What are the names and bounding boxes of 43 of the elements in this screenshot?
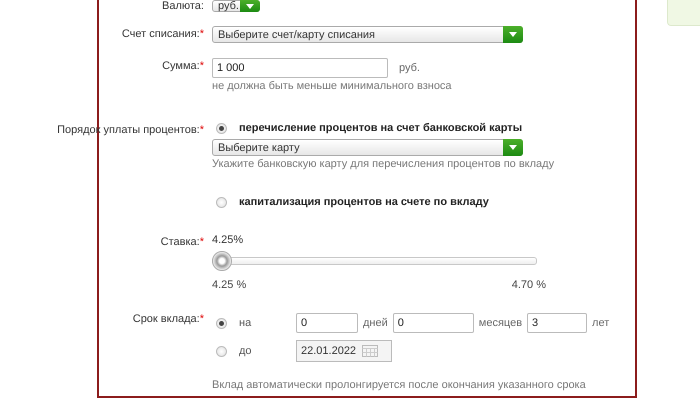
card-select[interactable]: Выберите карту	[212, 139, 523, 156]
amount-input[interactable]: 1 000	[212, 58, 388, 78]
option-label: до	[239, 345, 253, 357]
radio-button[interactable]	[216, 346, 227, 356]
unit-label: месяцев	[478, 317, 522, 329]
hint-text: Укажите банковскую карту для перечисления процентов по вкладу	[212, 158, 556, 170]
option-label: капитализация процентов на счете по вкладу	[239, 196, 489, 208]
caret-icon	[509, 145, 517, 150]
field-label: Срок вклада:	[132, 313, 200, 325]
slider-thumb[interactable]	[212, 251, 232, 271]
currency-select[interactable]: руб.	[212, 0, 260, 12]
number-input[interactable]: 0	[392, 313, 474, 333]
rate-slider[interactable]	[212, 251, 537, 271]
field-label: Счет списания:	[122, 28, 200, 40]
min-label: 4.25 %	[212, 279, 246, 291]
number-input[interactable]: 3	[527, 313, 588, 333]
calendar-icon	[362, 345, 378, 357]
required-mark: *	[200, 313, 204, 325]
required-mark: *	[200, 60, 204, 72]
note-text: Вклад автоматически пролонгируется после окончания указанного срока	[212, 379, 587, 391]
caret-icon	[509, 32, 517, 37]
radio-button[interactable]	[216, 196, 227, 208]
field-label: Сумма:	[162, 60, 200, 72]
rate-value: 4.25%	[212, 234, 244, 246]
hint-text: не должна быть меньше минимального взноса	[212, 80, 453, 92]
caret-icon	[246, 4, 254, 8]
radio-button[interactable]	[216, 122, 227, 134]
required-mark: *	[200, 28, 204, 40]
unit-label: дней	[363, 317, 388, 329]
field-label: Валюта:	[162, 0, 204, 12]
required-mark: *	[200, 124, 204, 136]
required-mark: *	[200, 236, 204, 248]
side-panel	[667, 0, 700, 26]
unit-label: лет	[592, 317, 610, 329]
option-label: на	[239, 317, 252, 329]
max-label: 4.70 %	[512, 279, 546, 291]
option-label: перечисление процентов на счет банковской карты	[239, 122, 522, 134]
account-select[interactable]: Выберите счет/карту списания	[212, 26, 523, 43]
number-input[interactable]: 0	[296, 313, 358, 333]
currency-unit: руб.	[399, 62, 420, 74]
date-input[interactable]: 22.01.2022	[296, 340, 392, 362]
field-label: Ставка:	[160, 236, 200, 248]
radio-button[interactable]	[216, 318, 227, 328]
